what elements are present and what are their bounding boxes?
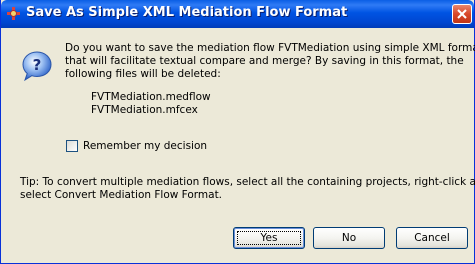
- cancel-button-label: Cancel: [414, 232, 450, 244]
- close-icon: [457, 9, 467, 19]
- no-button-label: No: [341, 232, 357, 244]
- file-name: FVTMediation.medflow: [91, 91, 211, 103]
- message-text: Do you want to save the mediation flow F…: [65, 42, 475, 81]
- svg-text:?: ?: [33, 56, 42, 74]
- file-list: FVTMediation.medflow FVTMediation.mfcex: [91, 91, 211, 117]
- no-button[interactable]: No: [313, 227, 385, 249]
- window-title: Save As Simple XML Mediation Flow Format: [26, 5, 348, 20]
- dialog-window: Save As Simple XML Mediation Flow Format…: [0, 0, 475, 264]
- tip-line: Tip: To convert multiple mediation flows…: [20, 176, 475, 188]
- checkbox-box[interactable]: [66, 140, 78, 152]
- question-icon: ?: [22, 51, 52, 82]
- app-icon: [7, 7, 20, 20]
- message-line: following files will be deleted:: [65, 68, 221, 80]
- title-bar[interactable]: Save As Simple XML Mediation Flow Format: [1, 0, 474, 28]
- remember-decision-checkbox[interactable]: Remember my decision: [66, 139, 207, 153]
- tip-text: Tip: To convert multiple mediation flows…: [20, 176, 475, 202]
- yes-button[interactable]: Yes: [233, 227, 305, 249]
- message-line: that will facilitate textual compare and…: [65, 55, 464, 67]
- file-name: FVTMediation.mfcex: [91, 104, 198, 116]
- message-line: Do you want to save the mediation flow F…: [65, 42, 475, 54]
- tip-line: select Convert Mediation Flow Format.: [20, 189, 223, 201]
- dialog-content: ? Do you want to save the mediation flow…: [3, 28, 475, 262]
- cancel-button[interactable]: Cancel: [396, 227, 468, 249]
- close-button[interactable]: [452, 4, 472, 24]
- remember-decision-label[interactable]: Remember my decision: [83, 140, 207, 152]
- yes-button-label: Yes: [260, 232, 278, 244]
